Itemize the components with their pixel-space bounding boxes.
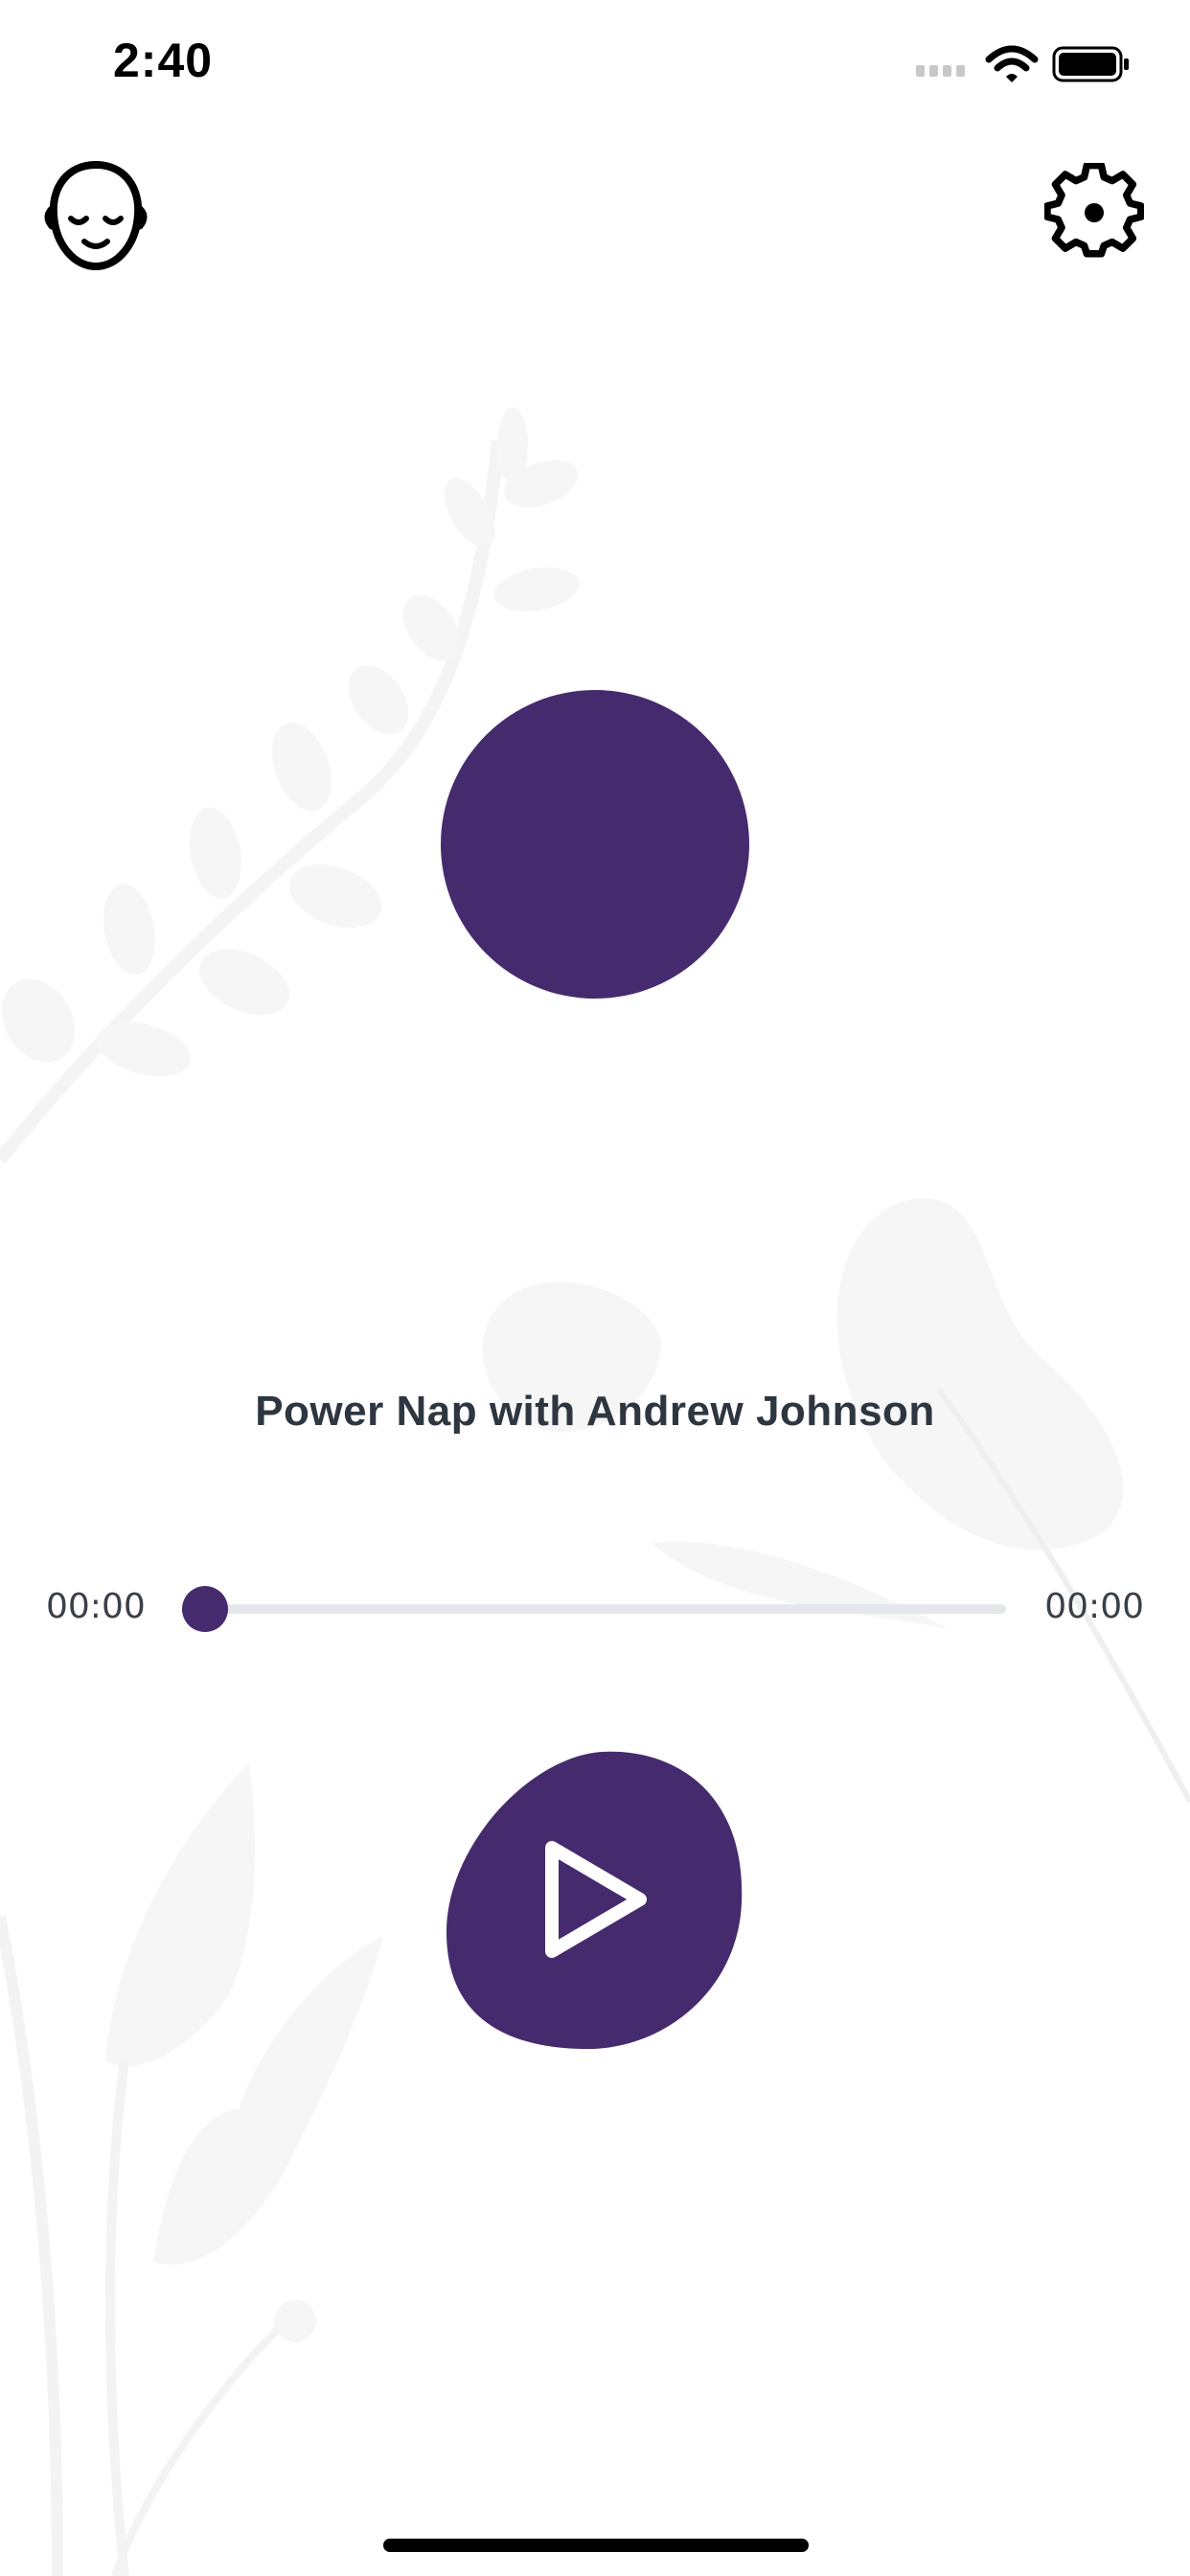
battery-icon — [1052, 46, 1129, 82]
track-title: Power Nap with Andrew Johnson — [255, 1388, 935, 1435]
play-button[interactable] — [445, 1750, 745, 2051]
elapsed-time: 00:00 — [46, 1587, 146, 1626]
status-bar: 2:40 — [0, 0, 1190, 134]
status-time: 2:40 — [113, 34, 214, 87]
breathing-visual-circle — [441, 690, 749, 999]
total-time: 00:00 — [1044, 1587, 1144, 1626]
wifi-icon — [985, 45, 1039, 82]
home-indicator — [383, 2539, 809, 2552]
cellular-signal-icon — [916, 65, 965, 77]
gear-icon[interactable] — [1044, 163, 1144, 263]
meditating-face-icon[interactable] — [42, 159, 149, 272]
progress-track[interactable] — [205, 1604, 1006, 1614]
progress-slider-thumb[interactable] — [182, 1586, 228, 1632]
background-foliage-art — [0, 407, 1190, 2576]
